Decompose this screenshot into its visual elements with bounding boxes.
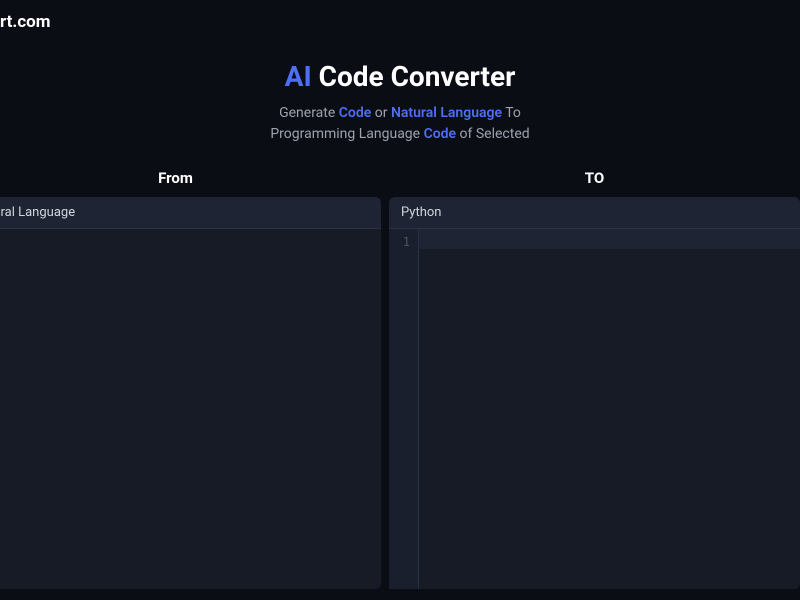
page-title: AI Code Converter	[0, 60, 800, 93]
title-rest-text: Code Converter	[319, 60, 516, 93]
from-label: From	[0, 169, 381, 187]
panels-container: From atural Language TO Python 1	[0, 169, 800, 589]
header: AI Code Converter Generate Code or Natur…	[0, 0, 800, 169]
subtitle-text: or	[371, 105, 391, 121]
from-editor-body[interactable]	[0, 229, 381, 589]
from-language-selector[interactable]: atural Language	[0, 197, 381, 229]
subtitle: Generate Code or Natural Language To Pro…	[0, 103, 800, 145]
subtitle-accent-code: Code	[339, 105, 372, 121]
from-editor[interactable]	[0, 229, 381, 589]
subtitle-accent-nl: Natural Language	[391, 105, 502, 121]
to-panel: TO Python 1	[389, 169, 800, 589]
subtitle-text: Programming Language	[270, 126, 423, 142]
to-editor[interactable]: 1	[389, 229, 800, 589]
site-link[interactable]: rt.com	[0, 12, 51, 32]
to-editor-body[interactable]	[419, 229, 800, 589]
subtitle-text: Generate	[279, 105, 339, 121]
subtitle-text: of Selected	[456, 126, 530, 142]
line-highlight	[419, 229, 800, 249]
subtitle-accent-code2: Code	[424, 126, 457, 142]
from-panel: From atural Language	[0, 169, 381, 589]
title-ai: AI	[285, 60, 312, 93]
line-number: 1	[397, 235, 410, 249]
to-language-selector[interactable]: Python	[389, 197, 800, 229]
to-editor-gutter: 1	[389, 229, 419, 589]
subtitle-text: To	[502, 105, 521, 121]
to-label: TO	[389, 169, 800, 187]
